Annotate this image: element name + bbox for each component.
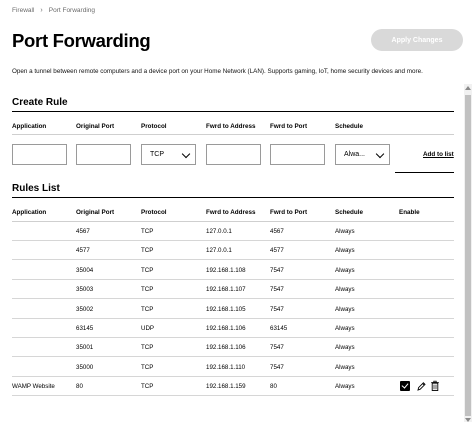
rules-header-fwrd-address: Fwrd to Address	[206, 209, 256, 216]
rules-header-application: Application	[12, 209, 47, 216]
cell-fwrd-address: 192.168.1.106	[206, 344, 246, 352]
cell-schedule: Always	[335, 325, 355, 332]
table-row: WAMP Website 80 TCP 192.168.1.159 80 Always	[12, 377, 454, 397]
cell-fwrd-port: 4567	[270, 228, 284, 235]
schedule-select[interactable]: Alwa...	[335, 144, 390, 165]
cell-fwrd-port: 63145	[270, 325, 288, 332]
create-header-fwrd-port: Fwrd to Port	[270, 123, 308, 130]
cell-protocol: TCP	[141, 305, 154, 313]
cell-application: WAMP Website	[12, 383, 55, 391]
cell-original-port: 35000	[76, 363, 94, 371]
cell-protocol: UDP	[141, 325, 155, 332]
create-header-application: Application	[12, 123, 47, 130]
cell-protocol: TCP	[141, 363, 154, 371]
cell-schedule: Always	[335, 305, 355, 313]
original-port-input[interactable]	[76, 144, 131, 165]
add-to-list-link[interactable]: Add to list	[423, 151, 454, 158]
rules-header-schedule: Schedule	[335, 209, 363, 216]
table-row: 35003 TCP 192.168.1.107 7547 Always	[12, 280, 454, 300]
enable-checkbox-icon[interactable]	[400, 381, 410, 392]
cell-fwrd-address: 192.168.1.107	[206, 286, 246, 294]
cell-schedule: Always	[335, 266, 355, 274]
table-row: 35001 TCP 192.168.1.106 7547 Always	[12, 338, 454, 358]
cell-original-port: 35004	[76, 266, 94, 274]
cell-fwrd-port: 7547	[270, 363, 284, 371]
cell-original-port: 4567	[76, 228, 90, 235]
schedule-selected-value: Alwa...	[344, 151, 366, 158]
cell-schedule: Always	[335, 363, 355, 371]
chevron-right-icon: ›	[40, 7, 43, 14]
cell-schedule: Always	[335, 247, 355, 255]
application-input[interactable]	[12, 144, 67, 165]
cell-fwrd-port: 4577	[270, 247, 284, 255]
fwrd-port-input[interactable]	[270, 144, 325, 165]
rules-list-divider	[12, 197, 454, 198]
cell-protocol: TCP	[141, 383, 154, 391]
cell-protocol: TCP	[141, 247, 154, 255]
fwrd-address-input[interactable]	[206, 144, 261, 165]
protocol-select[interactable]: TCP	[141, 144, 196, 165]
rules-header-original-port: Original Port	[76, 209, 115, 216]
cell-original-port: 35001	[76, 344, 94, 352]
cell-protocol: TCP	[141, 266, 154, 274]
table-row: 35000 TCP 192.168.1.110 7547 Always	[12, 358, 454, 377]
cell-fwrd-address: 192.168.1.105	[206, 305, 246, 313]
breadcrumb-firewall-link[interactable]: Firewall	[12, 7, 34, 14]
rules-list-title: Rules List	[12, 183, 60, 194]
cell-fwrd-port: 7547	[270, 305, 284, 313]
cell-original-port: 35003	[76, 286, 94, 294]
table-row: 35004 TCP 192.168.1.108 7547 Always	[12, 261, 454, 280]
scrollbar-thumb[interactable]	[465, 95, 471, 416]
breadcrumb-current: Port Forwarding	[48, 7, 95, 14]
create-header-protocol: Protocol	[141, 123, 167, 130]
create-header-original-port: Original Port	[76, 123, 115, 130]
cell-original-port: 80	[76, 383, 83, 391]
cell-original-port: 35002	[76, 305, 94, 313]
trash-icon[interactable]	[430, 380, 440, 392]
cell-fwrd-address: 127.0.0.1	[206, 247, 232, 255]
table-row: 35002 TCP 192.168.1.105 7547 Always	[12, 300, 454, 319]
cell-fwrd-port: 80	[270, 383, 277, 391]
cell-fwrd-port: 7547	[270, 286, 284, 294]
rules-header-enable: Enable	[399, 209, 420, 216]
cell-protocol: TCP	[141, 344, 154, 352]
cell-fwrd-address: 127.0.0.1	[206, 228, 232, 235]
table-row: 4567 TCP 127.0.0.1 4567 Always	[12, 222, 454, 241]
protocol-selected-value: TCP	[150, 151, 164, 158]
create-header-schedule: Schedule	[335, 123, 363, 130]
create-header-divider	[12, 134, 454, 135]
cell-fwrd-port: 7547	[270, 266, 284, 274]
scroll-down-arrow-icon[interactable]	[465, 418, 471, 422]
create-rule-title: Create Rule	[12, 97, 68, 108]
page-title: Port Forwarding	[12, 30, 151, 51]
breadcrumb: Firewall › Port Forwarding	[12, 7, 95, 14]
cell-fwrd-address: 192.168.1.159	[206, 383, 246, 391]
rules-header-fwrd-port: Fwrd to Port	[270, 209, 308, 216]
cell-schedule: Always	[335, 383, 355, 391]
create-rule-end-divider	[395, 172, 454, 173]
page-content: Firewall › Port Forwarding Port Forwardi…	[0, 0, 474, 427]
scroll-up-arrow-icon[interactable]	[465, 86, 471, 90]
chevron-down-icon	[181, 149, 191, 159]
cell-fwrd-address: 192.168.1.106	[206, 325, 246, 332]
cell-protocol: TCP	[141, 228, 154, 235]
page-description: Open a tunnel between remote computers a…	[12, 68, 423, 75]
cell-fwrd-address: 192.168.1.110	[206, 363, 246, 371]
pencil-icon[interactable]	[416, 380, 426, 392]
create-rule-divider	[12, 111, 454, 112]
chevron-down-icon	[375, 149, 385, 159]
cell-original-port: 4577	[76, 247, 90, 255]
cell-fwrd-address: 192.168.1.108	[206, 266, 246, 274]
cell-fwrd-port: 7547	[270, 344, 284, 352]
rules-header-protocol: Protocol	[141, 209, 167, 216]
cell-protocol: TCP	[141, 286, 154, 294]
apply-changes-button[interactable]: Apply Changes	[371, 29, 463, 51]
cell-schedule: Always	[335, 228, 355, 235]
create-header-fwrd-address: Fwrd to Address	[206, 123, 256, 130]
cell-original-port: 63145	[76, 325, 94, 332]
table-row: 63145 UDP 192.168.1.106 63145 Always	[12, 319, 454, 338]
cell-schedule: Always	[335, 344, 355, 352]
table-row: 4577 TCP 127.0.0.1 4577 Always	[12, 241, 454, 261]
cell-schedule: Always	[335, 286, 355, 294]
